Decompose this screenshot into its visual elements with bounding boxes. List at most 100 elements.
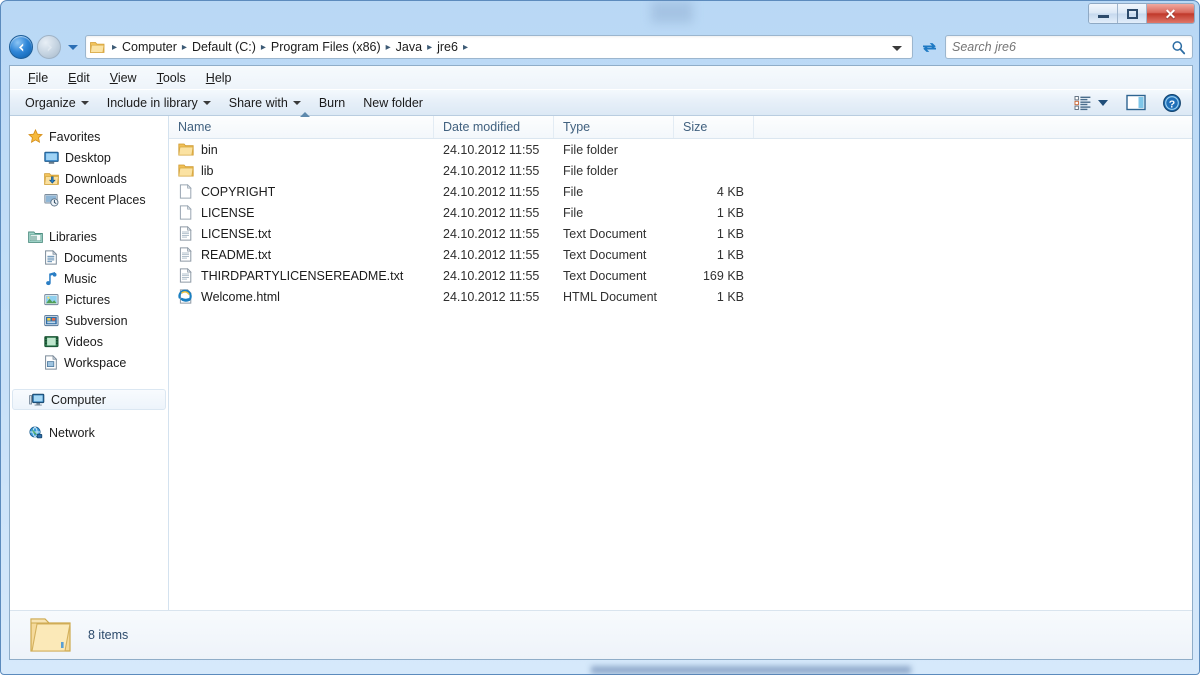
sidebar-item-documents[interactable]: Documents xyxy=(10,247,168,268)
breadcrumb-separator: ▸ xyxy=(260,41,266,53)
refresh-icon xyxy=(922,42,936,52)
column-header-label: Size xyxy=(683,120,708,134)
refresh-button[interactable] xyxy=(917,35,941,59)
cell-date-modified: 24.10.2012 11:55 xyxy=(443,247,540,262)
sidebar-item-videos[interactable]: Videos xyxy=(10,331,168,352)
videos-icon xyxy=(44,335,59,347)
view-dropdown-icon[interactable] xyxy=(1098,99,1108,106)
cell-date-modified: 24.10.2012 11:55 xyxy=(443,184,540,199)
column-header-type[interactable]: Type xyxy=(554,116,674,138)
cell-type: File folder xyxy=(563,142,618,157)
sidebar-label: Workspace xyxy=(64,355,127,370)
list-view-icon[interactable] xyxy=(1074,95,1092,111)
cell-type: File xyxy=(563,184,584,199)
burn-button[interactable]: Burn xyxy=(310,93,354,113)
close-button[interactable]: ✕ xyxy=(1147,4,1194,23)
table-row[interactable]: THIRDPARTYLICENSEREADME.txt 24.10.2012 11… xyxy=(169,265,1192,286)
include-in-library-button[interactable]: Include in library xyxy=(98,93,220,113)
back-button[interactable] xyxy=(9,35,33,59)
cell-date-modified: 24.10.2012 11:55 xyxy=(443,163,540,178)
text-file-icon xyxy=(179,247,192,262)
search-box[interactable] xyxy=(945,35,1193,59)
cell-size: 169 KB xyxy=(702,268,744,283)
cell-date-modified: 24.10.2012 11:55 xyxy=(443,289,540,304)
sidebar-item-recent-places[interactable]: Recent Places xyxy=(10,189,168,210)
breadcrumb-item-default-c[interactable]: Default (C:) xyxy=(192,40,256,54)
text-file-icon xyxy=(179,268,192,283)
star-icon xyxy=(28,129,43,143)
navigation-pane[interactable]: Favorites Desktop Downloads Recent Place… xyxy=(10,116,169,610)
sidebar-item-favorites[interactable]: Favorites xyxy=(10,126,168,147)
column-header-name[interactable]: Name xyxy=(169,116,434,138)
table-row[interactable]: bin 24.10.2012 11:55 File folder xyxy=(169,139,1192,160)
sidebar-item-libraries[interactable]: Libraries xyxy=(10,226,168,247)
sidebar-item-workspace[interactable]: Workspace xyxy=(10,352,168,373)
forward-button[interactable] xyxy=(37,35,61,59)
new-folder-button[interactable]: New folder xyxy=(354,93,432,113)
cell-name: README.txt xyxy=(169,247,434,262)
help-icon[interactable]: ? xyxy=(1162,93,1182,113)
file-name-label: Welcome.html xyxy=(201,289,280,304)
address-bar[interactable]: ▸ Computer ▸ Default (C:) ▸ Program File… xyxy=(85,35,913,59)
breadcrumb-item-jre6[interactable]: jre6 xyxy=(437,40,458,54)
search-icon[interactable] xyxy=(1171,40,1186,55)
cell-name: COPYRIGHT xyxy=(169,184,434,199)
sort-ascending-icon xyxy=(300,112,310,117)
restore-button[interactable] xyxy=(1118,4,1147,23)
table-row[interactable]: LICENSE.txt 24.10.2012 11:55 Text Document… xyxy=(169,223,1192,244)
nav-group-libraries: Libraries Documents Music Pictures Subve… xyxy=(10,226,168,373)
cell-name: LICENSE xyxy=(169,205,434,220)
share-with-button[interactable]: Share with xyxy=(220,93,310,113)
minimize-icon xyxy=(1097,15,1109,18)
sidebar-label: Computer xyxy=(51,392,106,407)
address-bar-row: ▸ Computer ▸ Default (C:) ▸ Program File… xyxy=(9,31,1193,63)
history-dropdown-button[interactable] xyxy=(65,35,81,59)
burn-label: Burn xyxy=(318,95,346,110)
column-header-filler xyxy=(754,116,1192,138)
sidebar-label: Network xyxy=(49,425,95,440)
folder-icon xyxy=(178,143,194,156)
status-bar: 8 items xyxy=(10,610,1192,659)
cell-size: 1 KB xyxy=(716,247,744,262)
table-row[interactable]: COPYRIGHT 24.10.2012 11:55 File 4 KB xyxy=(169,181,1192,202)
panes: Favorites Desktop Downloads Recent Place… xyxy=(10,112,1192,610)
menu-item-help[interactable]: Help xyxy=(198,69,240,87)
menu-item-file[interactable]: File xyxy=(20,69,56,87)
computer-icon xyxy=(29,393,45,406)
chevron-down-icon xyxy=(80,100,89,105)
breadcrumb-item-computer[interactable]: Computer xyxy=(122,40,177,54)
preview-pane-icon[interactable] xyxy=(1126,94,1146,111)
address-dropdown-button[interactable] xyxy=(886,38,908,56)
minimize-button[interactable] xyxy=(1089,4,1118,23)
sidebar-item-music[interactable]: Music xyxy=(10,268,168,289)
table-row[interactable]: Welcome.html 24.10.2012 11:55 HTML Documen… xyxy=(169,286,1192,307)
chevron-down-icon xyxy=(68,44,78,50)
nav-group-favorites: Favorites Desktop Downloads Recent Place… xyxy=(10,126,168,210)
breadcrumb-item-program-files[interactable]: Program Files (x86) xyxy=(271,40,381,54)
cell-type: Text Document xyxy=(563,247,647,262)
table-row[interactable]: README.txt 24.10.2012 11:55 Text Document 1… xyxy=(169,244,1192,265)
table-row[interactable]: LICENSE 24.10.2012 11:55 File 1 KB xyxy=(169,202,1192,223)
sidebar-item-pictures[interactable]: Pictures xyxy=(10,289,168,310)
glass-artifact-bottom xyxy=(591,666,911,674)
column-header-size[interactable]: Size xyxy=(674,116,754,138)
libraries-icon xyxy=(28,231,43,243)
sidebar-item-subversion[interactable]: Subversion xyxy=(10,310,168,331)
sidebar-item-desktop[interactable]: Desktop xyxy=(10,147,168,168)
column-header-date-modified[interactable]: Date modified xyxy=(434,116,554,138)
menu-item-tools[interactable]: Tools xyxy=(149,69,194,87)
search-input[interactable] xyxy=(952,40,1171,54)
sidebar-item-computer[interactable]: Computer xyxy=(12,389,166,410)
menu-item-edit[interactable]: Edit xyxy=(60,69,98,87)
sidebar-item-network[interactable]: Network xyxy=(10,422,168,443)
command-toolbar: Organize Include in library Share with B… xyxy=(10,89,1192,116)
breadcrumb-separator: ▸ xyxy=(462,41,468,53)
organize-button[interactable]: Organize xyxy=(16,93,98,113)
sidebar-item-downloads[interactable]: Downloads xyxy=(10,168,168,189)
sidebar-label: Libraries xyxy=(49,229,97,244)
table-row[interactable]: lib 24.10.2012 11:55 File folder xyxy=(169,160,1192,181)
html-file-icon xyxy=(178,289,192,304)
breadcrumb-item-java[interactable]: Java xyxy=(396,40,422,54)
menu-item-view[interactable]: View xyxy=(102,69,145,87)
explorer-window: ✕ ▸ Computer ▸ Default (C:) ▸ Program Fi… xyxy=(0,0,1200,675)
